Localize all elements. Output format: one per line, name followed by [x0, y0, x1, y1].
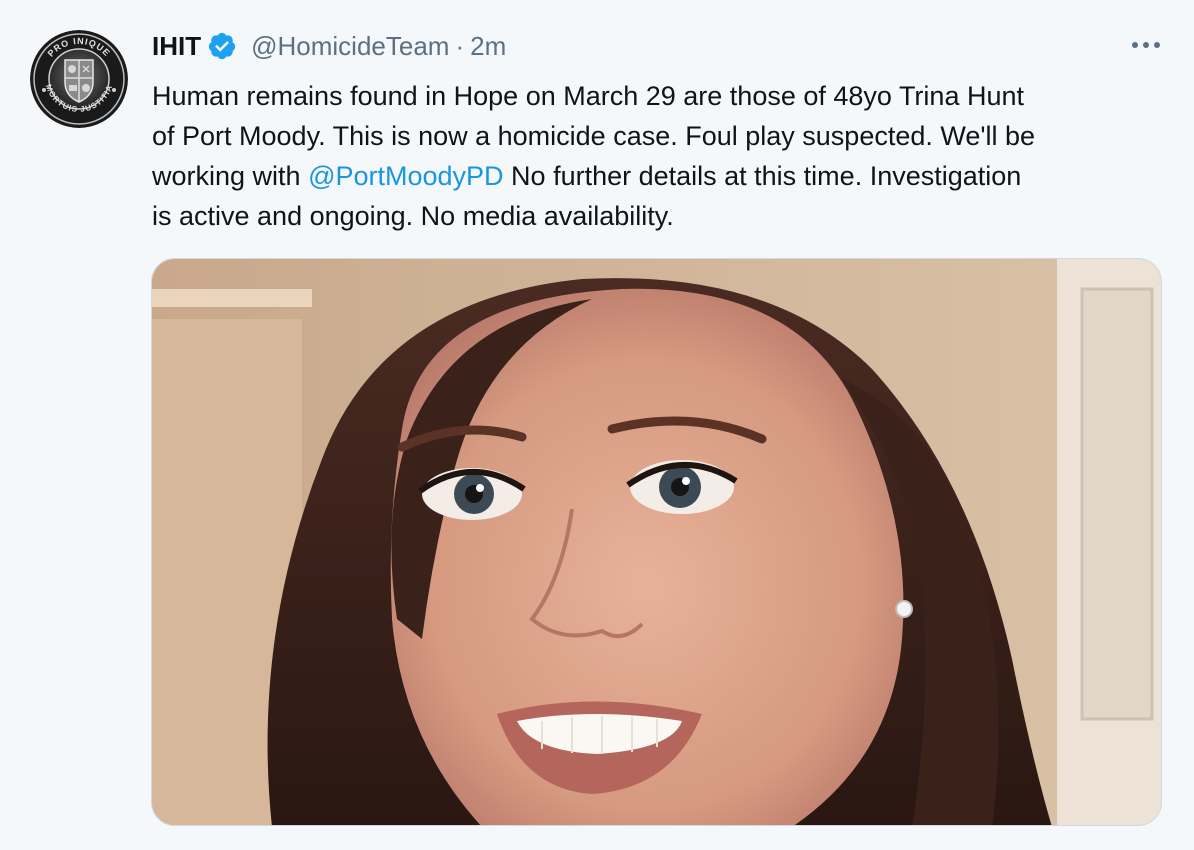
author-avatar[interactable]: PRO INIQUE MORTUIS JUSTITIA — [30, 30, 128, 128]
tweet-photo[interactable] — [151, 258, 1162, 826]
tweet-text-segment: working with — [152, 161, 309, 191]
tweet-text-line: working with @PortMoodyPD No further det… — [152, 156, 1162, 196]
timestamp[interactable]: 2m — [470, 31, 506, 62]
display-name[interactable]: IHIT — [152, 31, 201, 62]
more-horizontal-icon — [1132, 42, 1160, 48]
mention-link[interactable]: @PortMoodyPD — [308, 161, 503, 191]
tweet-text-segment: No further details at this time. Investi… — [503, 161, 1022, 191]
tweet-text-line: is active and ongoing. No media availabi… — [152, 201, 674, 231]
more-options-button[interactable] — [1128, 30, 1164, 60]
separator-dot: · — [455, 30, 465, 61]
tweet: PRO INIQUE MORTUIS JUSTITIA IHIT @Homici… — [0, 0, 1194, 850]
tweet-text-line: Human remains found in Hope on March 29 … — [152, 81, 1024, 111]
police-crest-icon: PRO INIQUE MORTUIS JUSTITIA — [30, 30, 128, 128]
tweet-text: Human remains found in Hope on March 29 … — [152, 76, 1162, 236]
author-handle[interactable]: @HomicideTeam — [251, 31, 449, 62]
verified-badge-icon — [207, 31, 237, 61]
tweet-text-line: of Port Moody. This is now a homicide ca… — [152, 121, 1036, 151]
tweet-header: IHIT @HomicideTeam · 2m — [152, 28, 506, 64]
portrait-photo — [152, 259, 1161, 825]
